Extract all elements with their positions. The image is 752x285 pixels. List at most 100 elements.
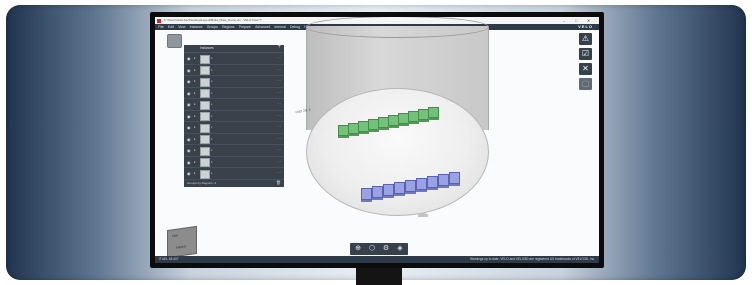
eye-icon[interactable]: ◉ <box>187 137 191 142</box>
expand-icon[interactable]: ▸ <box>194 137 196 141</box>
list-item[interactable]: ◉ ▸ L ⋯ <box>184 168 284 180</box>
eye-icon[interactable]: ◉ <box>187 160 191 165</box>
more-icon[interactable]: ⋯ <box>277 55 281 60</box>
list-item[interactable]: ◉ ▸ L ⋯ <box>184 111 284 122</box>
list-item[interactable]: ◉ ▸ L ⋯ <box>184 76 284 88</box>
close-window-button[interactable]: ✕ <box>587 17 590 24</box>
part-purple[interactable] <box>416 178 427 190</box>
more-icon[interactable]: ⋯ <box>277 67 281 72</box>
list-item[interactable]: ◉ ▸ L ⋯ <box>184 53 284 65</box>
list-item[interactable]: ◉ ▸ L ⋯ <box>184 134 284 145</box>
3d-viewport[interactable]: Y3S7 20L 8 Instances + ◉ ▸ L ⋯ ◉ ▸ L ⋯ ◉ ▸ L ⋯ ◉ ▸… <box>155 17 599 259</box>
placeholder-icon[interactable]: ▢ <box>579 78 592 90</box>
item-label: L <box>211 148 213 152</box>
part-thumbnail <box>200 135 210 144</box>
list-item[interactable]: ◉ ▸ L ⋯ <box>184 88 284 99</box>
fit-view-icon[interactable]: ⊕ <box>352 244 364 254</box>
part-purple[interactable] <box>405 180 416 192</box>
close-icon[interactable]: ✕ <box>579 63 592 75</box>
more-icon[interactable]: ⋯ <box>277 124 281 129</box>
status-bar: ITUEL 48 407 Warnings up to date. VELO a… <box>155 256 599 263</box>
eye-icon[interactable]: ◉ <box>187 91 191 96</box>
item-label: L <box>211 102 213 106</box>
part-purple[interactable] <box>438 174 449 186</box>
part-purple[interactable] <box>394 182 405 194</box>
part-purple[interactable] <box>449 172 460 184</box>
more-icon[interactable]: ⋯ <box>277 90 281 95</box>
part-thumbnail <box>200 146 210 156</box>
eye-icon[interactable]: ◉ <box>187 56 191 61</box>
item-label: L <box>211 79 213 83</box>
more-icon[interactable]: ⋯ <box>277 101 281 106</box>
eye-icon[interactable]: ◉ <box>187 125 191 130</box>
panel-title: Instances <box>200 46 214 50</box>
groups-label: Groups by Regions: 4 <box>187 181 217 185</box>
item-label: L <box>211 125 213 129</box>
settings-icon[interactable]: ⚙ <box>380 244 392 254</box>
item-label: L <box>211 90 213 95</box>
eye-icon[interactable]: ◉ <box>187 171 191 176</box>
expand-icon[interactable]: ▸ <box>194 68 196 72</box>
part-thumbnail <box>200 100 210 110</box>
view-cube[interactable]: TOP FRONT <box>167 225 197 259</box>
view-cube-front[interactable]: FRONT <box>176 244 186 249</box>
checklist-icon[interactable]: ☑ <box>579 48 592 60</box>
part-thumbnail <box>200 123 210 133</box>
panel-header: Instances + <box>184 44 284 53</box>
item-label: L <box>211 67 213 72</box>
part-purple[interactable] <box>383 184 394 196</box>
part-thumbnail <box>200 158 210 167</box>
expand-icon[interactable]: ▸ <box>194 114 196 118</box>
minimize-button[interactable]: – <box>563 17 565 24</box>
monitor: C:\Users\VeloUser\Desktop\Layout\Build_P… <box>150 12 604 268</box>
list-item[interactable]: ◉ ▸ L ⋯ <box>184 145 284 157</box>
layers-icon[interactable]: ◈ <box>394 244 406 254</box>
more-icon[interactable]: ⋯ <box>277 147 281 152</box>
eye-icon[interactable]: ◉ <box>187 79 191 84</box>
expand-icon[interactable]: ▸ <box>194 171 196 175</box>
build-chamber-rim <box>306 17 489 38</box>
instances-panel: Instances + ◉ ▸ L ⋯ ◉ ▸ L ⋯ ◉ ▸ L ⋯ ◉ ▸ L ⋯ ◉ ▸ L ⋯ ◉ ▸ L… <box>184 44 284 187</box>
part-thumbnail <box>200 66 210 75</box>
warning-icon[interactable]: ⚠ <box>579 33 592 45</box>
expand-icon[interactable]: ▸ <box>194 125 196 129</box>
item-label: L <box>211 136 213 141</box>
more-icon[interactable]: ⋯ <box>277 113 281 118</box>
window-title: C:\Users\VeloUser\Desktop\Layout\Build_P… <box>164 18 262 22</box>
part-purple[interactable] <box>372 186 383 198</box>
maximize-button[interactable]: □ <box>575 17 577 24</box>
expand-icon[interactable]: ▸ <box>194 56 196 60</box>
add-instance-button[interactable]: + <box>277 44 281 51</box>
more-icon[interactable]: ⋯ <box>277 159 281 164</box>
list-item[interactable]: ◉ ▸ L ⋯ <box>184 157 284 168</box>
list-item[interactable]: ◉ ▸ L ⋯ <box>184 99 284 111</box>
expand-icon[interactable]: ▸ <box>194 160 196 164</box>
more-icon[interactable]: ⋯ <box>277 170 281 175</box>
part-green[interactable] <box>428 107 439 118</box>
trash-icon[interactable]: 🗑 <box>276 179 281 187</box>
expand-icon[interactable]: ▸ <box>194 91 196 95</box>
part-thumbnail <box>200 112 210 121</box>
list-item[interactable]: ◉ ▸ L ⋯ <box>184 65 284 76</box>
build-plate[interactable] <box>306 88 489 216</box>
view-toolbar: ⊕ ⬡ ⚙ ◈ <box>350 243 408 255</box>
expand-icon[interactable]: ▸ <box>194 79 196 83</box>
eye-icon[interactable]: ◉ <box>187 68 191 73</box>
part-thumbnail <box>200 169 210 179</box>
panel-toggle-button[interactable] <box>167 34 182 48</box>
more-icon[interactable]: ⋯ <box>277 136 281 141</box>
part-purple[interactable] <box>361 188 372 200</box>
list-item[interactable]: ◉ ▸ L ⋯ <box>184 122 284 134</box>
eye-icon[interactable]: ◉ <box>187 148 191 153</box>
expand-icon[interactable]: ▸ <box>194 148 196 152</box>
expand-icon[interactable]: ▸ <box>194 102 196 106</box>
more-icon[interactable]: ⋯ <box>277 78 281 83</box>
eye-icon[interactable]: ◉ <box>187 102 191 107</box>
cube-view-icon[interactable]: ⬡ <box>366 244 378 254</box>
view-cube-top[interactable]: TOP <box>172 234 178 239</box>
eye-icon[interactable]: ◉ <box>187 114 191 119</box>
part-purple[interactable] <box>427 176 438 188</box>
item-label: L <box>211 171 213 175</box>
status-right: Warnings up to date. VELO and VELO3D are… <box>470 257 595 261</box>
plate-marker <box>418 213 428 217</box>
